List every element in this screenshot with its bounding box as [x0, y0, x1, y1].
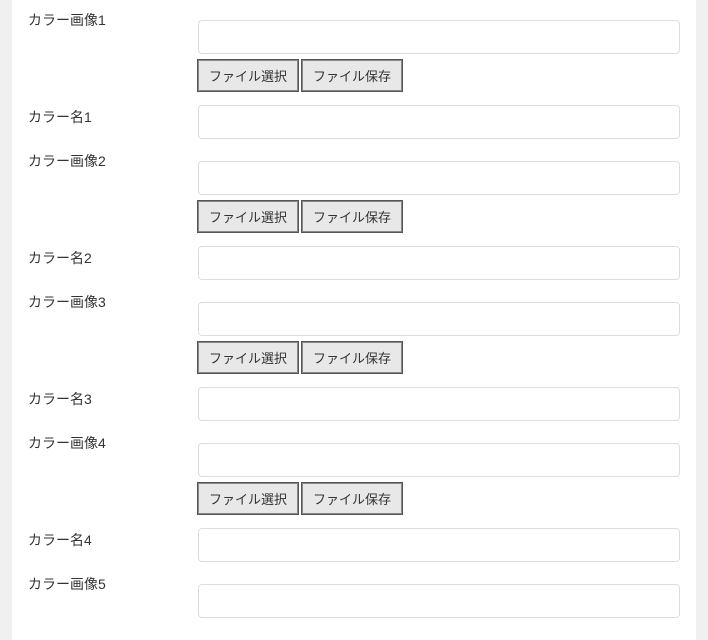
file-save-button-1[interactable]: ファイル保存 [302, 60, 402, 91]
label-color-image-1: カラー画像1 [28, 8, 198, 30]
input-color-image-1[interactable] [198, 20, 680, 54]
form-row-color-image-4: カラー画像4 ファイル選択 ファイル保存 [28, 431, 680, 514]
form-row-color-name-4: カラー名4 [28, 528, 680, 562]
file-select-button-3[interactable]: ファイル選択 [198, 342, 298, 373]
file-save-button-4[interactable]: ファイル保存 [302, 483, 402, 514]
file-save-button-2[interactable]: ファイル保存 [302, 201, 402, 232]
field-color-name-3 [198, 387, 680, 421]
input-color-name-3[interactable] [198, 387, 680, 421]
form-row-color-image-3: カラー画像3 ファイル選択 ファイル保存 [28, 290, 680, 373]
button-group-1: ファイル選択 ファイル保存 [198, 60, 680, 91]
input-color-image-4[interactable] [198, 443, 680, 477]
button-group-3: ファイル選択 ファイル保存 [198, 342, 680, 373]
field-color-image-3: ファイル選択 ファイル保存 [198, 290, 680, 373]
field-color-image-2: ファイル選択 ファイル保存 [198, 149, 680, 232]
input-color-image-3[interactable] [198, 302, 680, 336]
label-color-name-4: カラー名4 [28, 528, 198, 550]
input-color-name-1[interactable] [198, 105, 680, 139]
field-color-name-1 [198, 105, 680, 139]
input-color-image-2[interactable] [198, 161, 680, 195]
form-row-color-name-2: カラー名2 [28, 246, 680, 280]
button-group-4: ファイル選択 ファイル保存 [198, 483, 680, 514]
label-color-name-2: カラー名2 [28, 246, 198, 268]
form-row-color-image-5: カラー画像5 [28, 572, 680, 618]
file-select-button-2[interactable]: ファイル選択 [198, 201, 298, 232]
field-color-name-2 [198, 246, 680, 280]
field-color-image-1: ファイル選択 ファイル保存 [198, 8, 680, 91]
input-color-name-2[interactable] [198, 246, 680, 280]
input-color-name-4[interactable] [198, 528, 680, 562]
form-row-color-image-2: カラー画像2 ファイル選択 ファイル保存 [28, 149, 680, 232]
label-color-image-3: カラー画像3 [28, 290, 198, 312]
field-color-name-4 [198, 528, 680, 562]
form-row-color-name-3: カラー名3 [28, 387, 680, 421]
file-select-button-4[interactable]: ファイル選択 [198, 483, 298, 514]
label-color-name-1: カラー名1 [28, 105, 198, 127]
field-color-image-4: ファイル選択 ファイル保存 [198, 431, 680, 514]
form-row-color-name-1: カラー名1 [28, 105, 680, 139]
form-row-color-image-1: カラー画像1 ファイル選択 ファイル保存 [28, 8, 680, 91]
file-select-button-1[interactable]: ファイル選択 [198, 60, 298, 91]
label-color-name-3: カラー名3 [28, 387, 198, 409]
file-save-button-3[interactable]: ファイル保存 [302, 342, 402, 373]
label-color-image-2: カラー画像2 [28, 149, 198, 171]
input-color-image-5[interactable] [198, 584, 680, 618]
button-group-2: ファイル選択 ファイル保存 [198, 201, 680, 232]
label-color-image-5: カラー画像5 [28, 572, 198, 594]
field-color-image-5 [198, 572, 680, 618]
form-container: カラー画像1 ファイル選択 ファイル保存 カラー名1 カラー画像2 ファイル選択… [12, 0, 696, 640]
label-color-image-4: カラー画像4 [28, 431, 198, 453]
